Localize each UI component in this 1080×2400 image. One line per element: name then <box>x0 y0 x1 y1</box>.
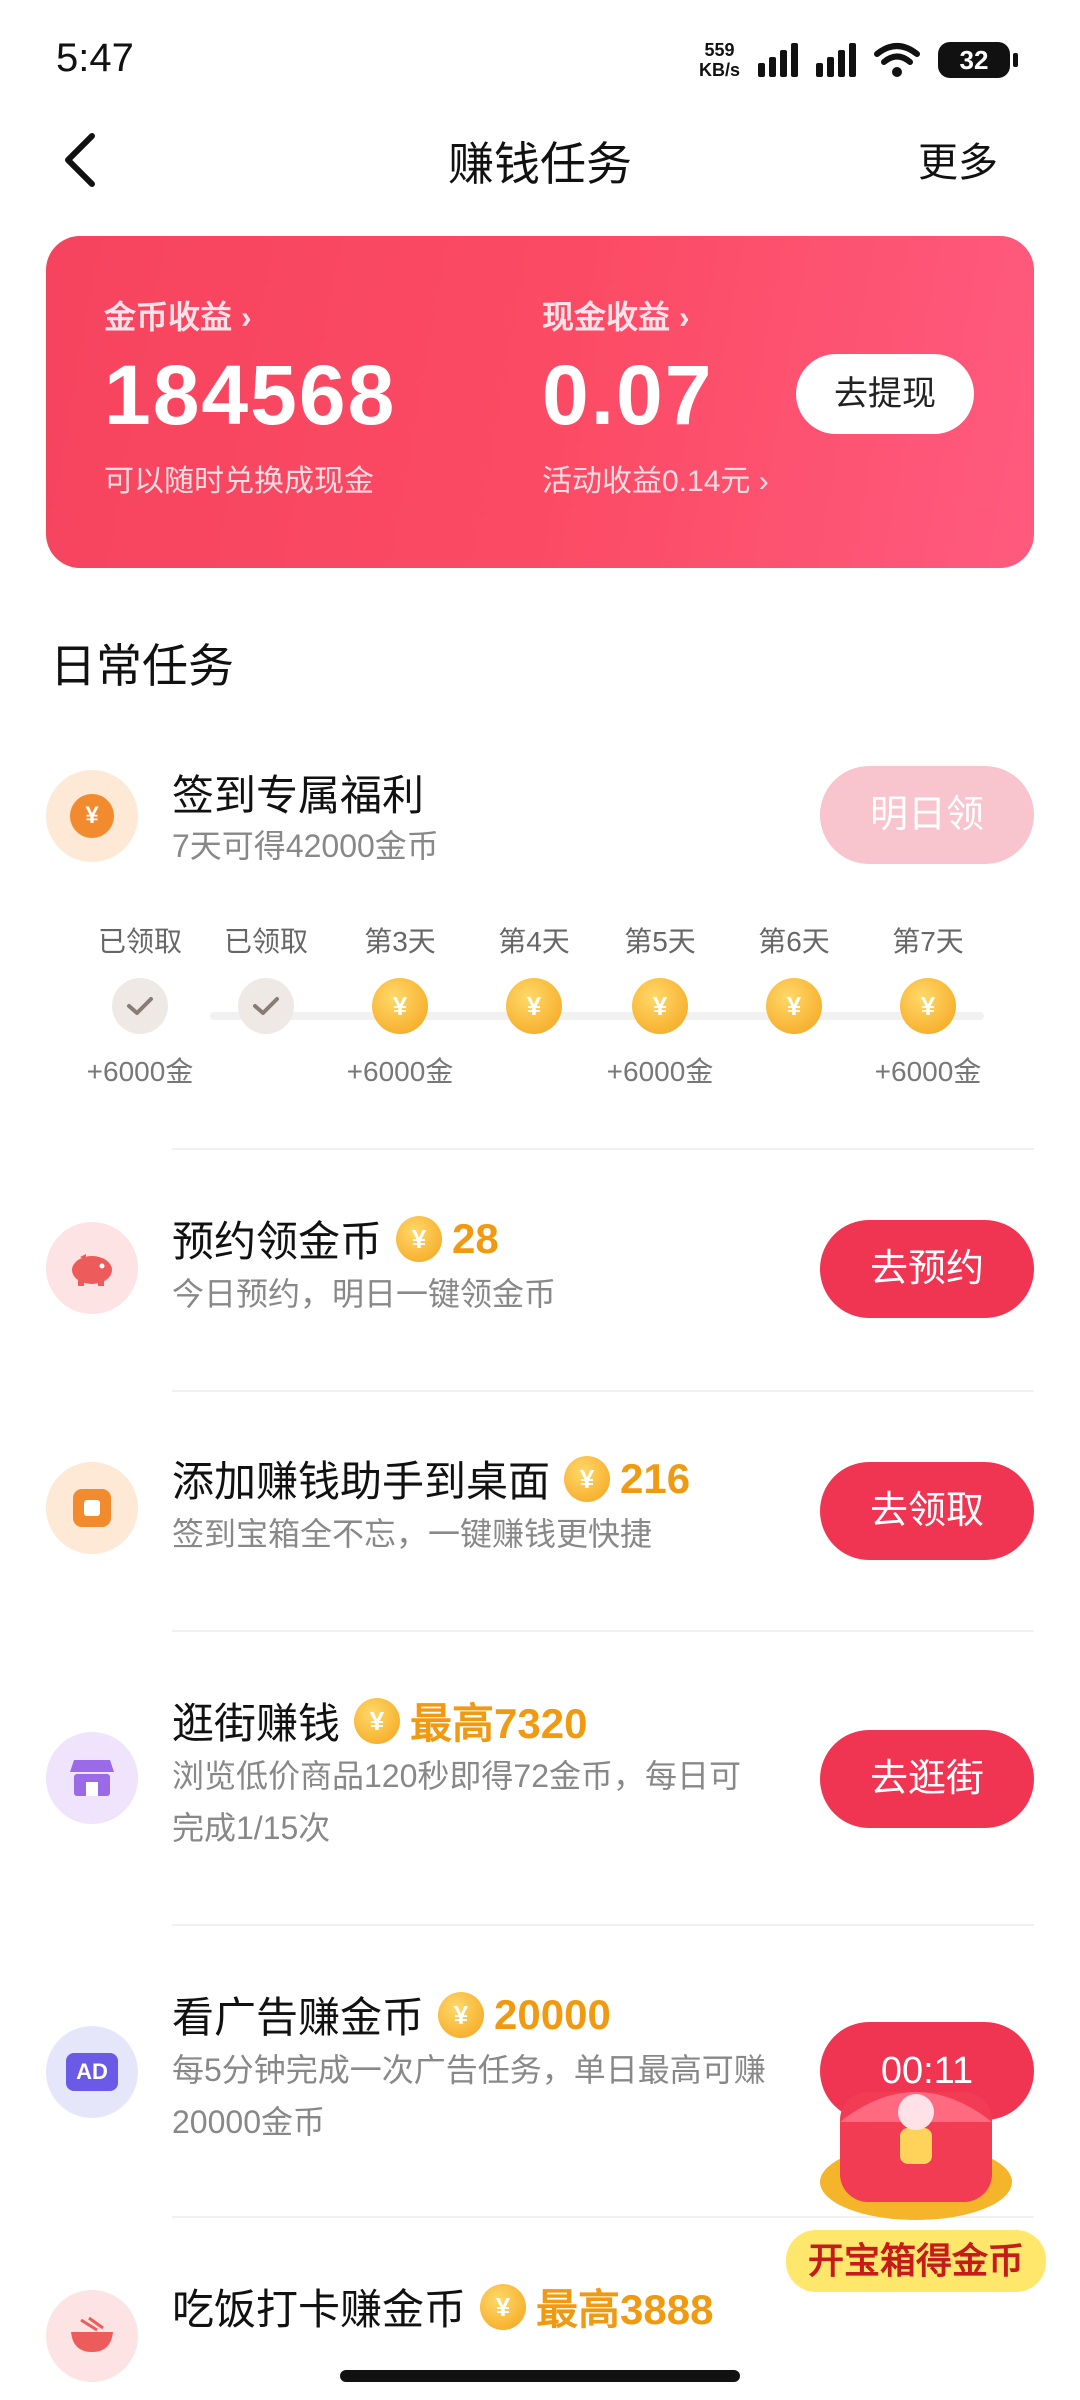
checkin-day-label: 第7天 <box>892 926 964 957</box>
bowl-icon <box>46 2290 138 2382</box>
reserve-desc: 今日预约，明日一键领金币 <box>172 1276 557 1312</box>
checkin-day-reward <box>464 1050 604 1084</box>
activity-earnings-link[interactable]: 活动收益0.14元 › <box>542 456 769 500</box>
desktop-desc: 签到宝箱全不忘，一键赚钱更快捷 <box>172 1516 653 1552</box>
checkin-day: 已领取 +6000金 <box>70 920 210 1087</box>
open-treasure-label: 开宝箱得金币 <box>786 2230 1046 2292</box>
signal-icon-2 <box>816 43 856 77</box>
status-bar: 5:47 559 KB/s 32 <box>0 0 1080 120</box>
coin-icon: ¥ <box>632 978 688 1034</box>
reserve-button[interactable]: 去预约 <box>820 1220 1034 1318</box>
divider <box>172 1630 1034 1632</box>
checkin-day: 第3天 ¥ +6000金 <box>330 920 470 1087</box>
desktop-title: 添加赚钱助手到桌面 ¥ 216 <box>172 1454 691 1506</box>
shop-desc: 浏览低价商品120秒即得72金币，每日可完成1/15次 <box>172 1758 741 1846</box>
checkin-day: 第5天 ¥ +6000金 <box>590 920 730 1087</box>
checkin-day-reward <box>196 1050 336 1084</box>
checkin-track: 已领取 +6000金 已领取 第3天 ¥ +6000金 第4天 ¥ 第5天 ¥ +6000金 第6天 ¥… <box>0 920 1080 1100</box>
divider <box>172 1148 1034 1150</box>
checkin-desc: 7天可得42000金币 <box>172 828 439 864</box>
divider <box>172 1390 1034 1392</box>
home-indicator <box>340 2370 740 2382</box>
store-icon <box>46 1732 138 1824</box>
coin-icon: ¥ <box>506 978 562 1034</box>
coin-icon: ¥ <box>766 978 822 1034</box>
cash-earnings[interactable]: 现金收益 › 0.07 活动收益0.14元 › <box>542 292 769 500</box>
checkin-day: 第4天 ¥ <box>464 920 604 1084</box>
cash-earnings-label: 现金收益 › <box>542 299 690 335</box>
withdraw-button[interactable]: 去提现 <box>796 354 974 434</box>
shop-button[interactable]: 去逛街 <box>820 1730 1034 1828</box>
checkin-day-reward: +6000金 <box>874 1056 982 1087</box>
checkin-day-label: 已领取 <box>97 926 182 957</box>
battery-icon: 32 <box>938 42 1018 78</box>
check-icon <box>112 978 168 1034</box>
coin-earnings-sub: 可以随时兑换成现金 <box>104 465 374 498</box>
coin-icon: ¥ <box>396 1215 443 1262</box>
checkin-tomorrow-button[interactable]: 明日领 <box>820 766 1034 864</box>
checkin-day-label: 第5天 <box>624 926 696 957</box>
cash-earnings-value: 0.07 <box>542 348 714 442</box>
treasure-chest-widget[interactable]: 开宝箱得金币 <box>786 2032 1056 2292</box>
checkin-title: 签到专属福利 <box>172 772 425 819</box>
checkin-coin-icon: ¥ <box>46 770 138 862</box>
desktop-widget-icon <box>46 1462 138 1554</box>
coin-icon: ¥ <box>564 1455 611 1502</box>
ad-reward: 20000 <box>494 1990 611 2038</box>
shop-title: 逛街赚钱 ¥ 最高7320 <box>172 1690 587 1751</box>
coin-icon: ¥ <box>372 978 428 1034</box>
shop-reward: 最高7320 <box>410 1700 588 1747</box>
coin-earnings[interactable]: 金币收益 › 184568 可以随时兑换成现金 <box>104 292 396 500</box>
meal-title: 吃饭打卡赚金币 ¥ 最高3888 <box>172 2276 713 2337</box>
checkin-day-label: 第4天 <box>498 926 570 957</box>
coin-icon: ¥ <box>354 1697 401 1744</box>
checkin-day-reward: +6000金 <box>606 1056 714 1087</box>
coin-earnings-label: 金币收益 › <box>104 299 252 335</box>
reserve-reward: 28 <box>452 1214 499 1262</box>
divider <box>172 1924 1034 1926</box>
checkin-day-reward: +6000金 <box>86 1056 194 1087</box>
checkin-day-reward: +6000金 <box>346 1056 454 1087</box>
checkin-day-label: 已领取 <box>223 926 308 957</box>
ad-title: 看广告赚金币 ¥ 20000 <box>172 1990 611 2042</box>
status-time: 5:47 <box>56 36 134 80</box>
checkin-day-reward <box>724 1050 864 1084</box>
ad-desc: 每5分钟完成一次广告任务，单日最高可赚20000金币 <box>172 2052 766 2140</box>
desktop-reward: 216 <box>620 1454 691 1502</box>
section-title: 日常任务 <box>50 640 234 692</box>
meal-reward: 最高3888 <box>536 2286 714 2333</box>
signal-icon <box>758 43 798 77</box>
ad-icon: AD <box>46 2026 138 2118</box>
treasure-chest-icon <box>820 2092 1012 2220</box>
nav-bar: 赚钱任务 更多 <box>0 120 1080 200</box>
coin-icon: ¥ <box>480 2283 527 2330</box>
checkin-day: 第6天 ¥ <box>724 920 864 1084</box>
checkin-day: 已领取 <box>196 920 336 1084</box>
more-button[interactable]: 更多 <box>918 130 998 188</box>
checkin-day: 第7天 ¥ +6000金 <box>858 920 998 1087</box>
coin-icon: ¥ <box>900 978 956 1034</box>
desktop-claim-button[interactable]: 去领取 <box>820 1462 1034 1560</box>
status-icons: 559 KB/s 32 <box>698 40 1018 80</box>
network-speed: 559 KB/s <box>698 40 740 80</box>
coin-earnings-value: 184568 <box>104 348 397 442</box>
check-icon <box>238 978 294 1034</box>
checkin-day-label: 第3天 <box>364 926 436 957</box>
checkin-day-label: 第6天 <box>758 926 830 957</box>
earnings-card: 金币收益 › 184568 可以随时兑换成现金 现金收益 › 0.07 活动收益… <box>46 236 1034 568</box>
wifi-icon <box>874 43 920 77</box>
coin-icon: ¥ <box>438 1991 485 2038</box>
piggy-bank-icon <box>46 1222 138 1314</box>
reserve-title: 预约领金币 ¥ 28 <box>172 1214 499 1266</box>
